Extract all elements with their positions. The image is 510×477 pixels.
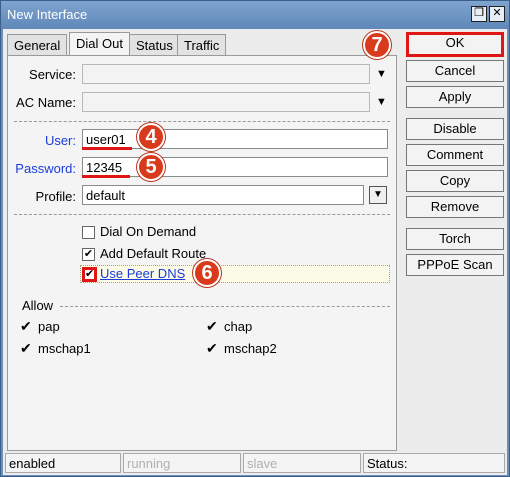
user-highlight xyxy=(82,147,132,150)
mschap2-checkbox[interactable]: ✔ xyxy=(206,340,218,357)
restore-icon[interactable]: ❐ xyxy=(471,6,487,22)
mschap2-label: mschap2 xyxy=(224,341,277,356)
allow-title: Allow xyxy=(22,298,54,313)
use-peer-dns-label: Use Peer DNS xyxy=(100,266,186,281)
use-peer-dns-option[interactable]: ✔ Use Peer DNS xyxy=(82,266,282,284)
status-label: Status: xyxy=(363,453,505,473)
remove-button[interactable]: Remove xyxy=(406,196,504,218)
tab-status[interactable]: Status xyxy=(129,34,180,56)
cancel-button[interactable]: Cancel xyxy=(406,60,504,82)
running-status: running xyxy=(123,453,241,473)
dial-on-demand-checkbox[interactable] xyxy=(82,226,95,239)
new-interface-window: New Interface ❐ ✕ General Dial Out Statu… xyxy=(0,0,510,477)
copy-button[interactable]: Copy xyxy=(406,170,504,192)
enabled-status: enabled xyxy=(5,453,121,473)
window-title: New Interface xyxy=(7,7,88,22)
mschap1-label: mschap1 xyxy=(38,341,91,356)
pap-label: pap xyxy=(38,319,60,334)
torch-button[interactable]: Torch xyxy=(406,228,504,250)
dialog-body: General Dial Out Status Traffic Service:… xyxy=(3,29,507,475)
slave-status: slave xyxy=(243,453,361,473)
disable-button[interactable]: Disable xyxy=(406,118,504,140)
add-default-route-option[interactable]: ✔ Add Default Route xyxy=(82,246,282,264)
allow-mschap1-option[interactable]: ✔ mschap1 xyxy=(20,340,140,358)
password-field[interactable]: 12345 xyxy=(82,157,388,177)
chap-checkbox[interactable]: ✔ xyxy=(206,318,218,335)
dial-on-demand-label: Dial On Demand xyxy=(100,224,197,239)
ac-name-field[interactable] xyxy=(82,92,370,112)
divider xyxy=(60,306,390,307)
divider xyxy=(14,214,390,215)
allow-mschap2-option[interactable]: ✔ mschap2 xyxy=(206,340,326,358)
status-bar: enabled running slave Status: xyxy=(3,451,507,475)
annotation-4-badge: 4 xyxy=(137,123,165,151)
user-field[interactable]: user01 xyxy=(82,129,388,149)
pap-checkbox[interactable]: ✔ xyxy=(20,318,32,335)
divider xyxy=(14,121,390,122)
apply-button[interactable]: Apply xyxy=(406,86,504,108)
annotation-5-badge: 5 xyxy=(137,153,165,181)
password-highlight xyxy=(82,175,130,178)
service-field[interactable] xyxy=(82,64,370,84)
close-icon[interactable]: ✕ xyxy=(489,6,505,22)
tab-general[interactable]: General xyxy=(7,34,68,56)
profile-field[interactable]: default xyxy=(82,185,364,205)
service-dropdown-icon[interactable]: ▼ xyxy=(376,68,387,80)
profile-label: Profile: xyxy=(35,189,76,204)
annotation-7-badge: 7 xyxy=(363,31,391,59)
tab-traffic[interactable]: Traffic xyxy=(177,34,227,56)
comment-button[interactable]: Comment xyxy=(406,144,504,166)
dial-on-demand-option[interactable]: Dial On Demand xyxy=(82,224,282,242)
service-label: Service: xyxy=(29,67,76,82)
dial-out-panel: Service: ▼ AC Name: ▼ User: user01 Passw… xyxy=(7,55,397,451)
mschap1-checkbox[interactable]: ✔ xyxy=(20,340,32,357)
add-default-route-checkbox[interactable]: ✔ xyxy=(82,248,95,261)
tab-dial-out[interactable]: Dial Out xyxy=(69,32,130,57)
ac-name-dropdown-icon[interactable]: ▼ xyxy=(376,96,387,108)
chap-label: chap xyxy=(224,319,253,334)
use-peer-dns-checkbox[interactable]: ✔ xyxy=(82,267,97,282)
allow-chap-option[interactable]: ✔ chap xyxy=(206,318,326,336)
pppoe-scan-button[interactable]: PPPoE Scan xyxy=(406,254,504,276)
ac-name-label: AC Name: xyxy=(16,95,76,110)
title-bar[interactable]: New Interface ❐ ✕ xyxy=(1,1,509,29)
add-default-route-label: Add Default Route xyxy=(100,246,207,261)
profile-dropdown-icon[interactable]: ▼ xyxy=(369,186,387,204)
password-label: Password: xyxy=(15,161,76,176)
annotation-6-badge: 6 xyxy=(193,259,221,287)
user-label: User: xyxy=(44,133,76,148)
allow-pap-option[interactable]: ✔ pap xyxy=(20,318,140,336)
ok-button[interactable]: OK xyxy=(406,32,504,57)
